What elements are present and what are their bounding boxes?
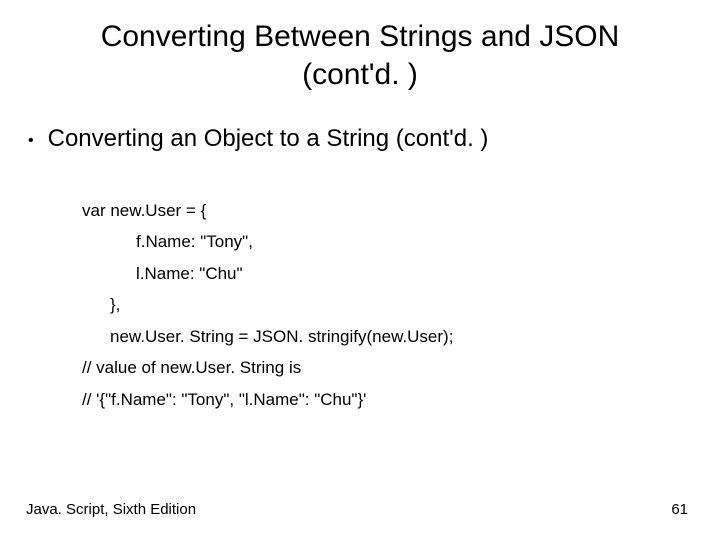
page-number: 61	[671, 501, 688, 518]
slide: Converting Between Strings and JSON (con…	[0, 0, 720, 540]
bullet-row: • Converting an Object to a String (cont…	[0, 125, 720, 153]
title-line-2: (cont'd. )	[0, 56, 720, 94]
code-block: var new.User = { f.Name: "Tony", l.Name:…	[0, 195, 720, 415]
code-line-4: },	[82, 289, 720, 320]
code-line-1: var new.User = {	[82, 195, 720, 226]
bullet-dot-icon: •	[28, 132, 34, 150]
footer-left: Java. Script, Sixth Edition	[26, 501, 196, 518]
code-line-3: l.Name: "Chu"	[82, 258, 720, 289]
code-line-2: f.Name: "Tony",	[82, 226, 720, 257]
bullet-text: Converting an Object to a String (cont'd…	[48, 125, 489, 153]
code-line-5: new.User. String = JSON. stringify(new.U…	[82, 321, 720, 352]
title-line-1: Converting Between Strings and JSON	[0, 18, 720, 56]
slide-title: Converting Between Strings and JSON (con…	[0, 0, 720, 93]
code-line-6: // value of new.User. String is	[82, 352, 720, 383]
code-line-7: // '{"f.Name": "Tony", "l.Name": "Chu"}'	[82, 384, 720, 415]
